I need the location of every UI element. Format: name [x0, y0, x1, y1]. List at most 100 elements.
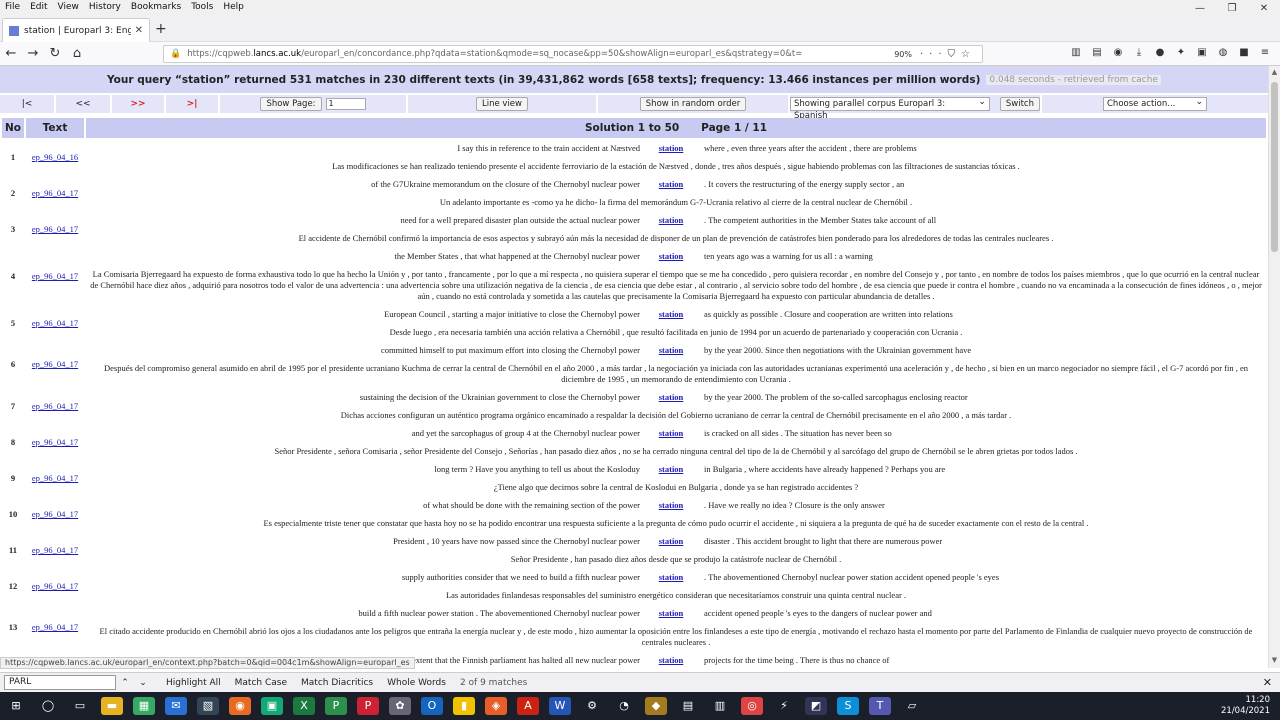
teams-icon[interactable]: T	[869, 697, 891, 715]
choose-action-select[interactable]: Choose action...	[1103, 96, 1207, 111]
menu-edit[interactable]: Edit	[25, 2, 52, 12]
app-icon[interactable]: P	[325, 697, 347, 715]
node-link[interactable]: station	[646, 392, 696, 403]
text-id-link[interactable]: ep_96_04_17	[32, 188, 78, 198]
excel-icon[interactable]: X	[293, 697, 315, 715]
mail-icon[interactable]: ✉	[165, 697, 187, 715]
text-id-link[interactable]: ep_96_04_17	[32, 545, 78, 555]
app-icon[interactable]: ▤	[677, 697, 699, 715]
show-page-input[interactable]: 1	[325, 98, 366, 110]
sidebar-icon[interactable]: ▤	[1090, 46, 1104, 60]
text-id-link[interactable]: ep_96_04_17	[32, 359, 78, 369]
next-page-button[interactable]: >>	[112, 95, 164, 113]
zoom-level[interactable]: 90%	[894, 50, 912, 59]
show-page-button[interactable]: Show Page:	[260, 97, 322, 111]
extension-icon[interactable]: ✦	[1174, 46, 1188, 60]
screenshot-icon[interactable]: ▣	[1195, 46, 1209, 60]
outlook-icon[interactable]: O	[421, 697, 443, 715]
forward-icon[interactable]: →	[22, 46, 44, 61]
search-icon[interactable]: ◯	[37, 697, 59, 715]
text-id-link[interactable]: ep_96_04_17	[32, 401, 78, 411]
reload-icon[interactable]: ↻	[44, 46, 66, 61]
node-link[interactable]: station	[646, 655, 696, 666]
scroll-up-icon[interactable]: ▲	[1269, 68, 1280, 78]
store-icon[interactable]: ▦	[133, 697, 155, 715]
text-id-link[interactable]: ep_96_04_17	[32, 473, 78, 483]
page-actions-icon[interactable]: ···⛉☆	[920, 49, 976, 60]
line-view-button[interactable]: Line view	[476, 97, 528, 111]
extension-icon[interactable]: ◍	[1216, 46, 1230, 60]
whole-words-toggle[interactable]: Whole Words	[387, 678, 446, 688]
menu-bookmarks[interactable]: Bookmarks	[126, 2, 186, 12]
text-id-link[interactable]: ep_96_04_17	[32, 437, 78, 447]
app-icon[interactable]: ▥	[709, 697, 731, 715]
node-link[interactable]: station	[646, 608, 696, 619]
word-icon[interactable]: W	[549, 697, 571, 715]
text-id-link[interactable]: ep_96_04_17	[32, 622, 78, 632]
parallel-corpus-select[interactable]: Showing parallel corpus Europarl 3: Span…	[790, 96, 990, 121]
library-icon[interactable]: ▥	[1069, 46, 1083, 60]
settings-icon[interactable]: ⚙	[581, 697, 603, 715]
node-link[interactable]: station	[646, 345, 696, 356]
node-link[interactable]: station	[646, 251, 696, 262]
menu-help[interactable]: Help	[218, 2, 249, 12]
account-icon[interactable]: ◉	[1111, 46, 1125, 60]
download-icon[interactable]: ⤓	[1132, 46, 1146, 60]
find-next-icon[interactable]: ⌄	[134, 678, 152, 688]
acrobat-icon[interactable]: A	[517, 697, 539, 715]
app-icon[interactable]: ✿	[389, 697, 411, 715]
node-link[interactable]: station	[646, 572, 696, 583]
chrome-icon[interactable]: ◎	[741, 697, 763, 715]
app-icon[interactable]: ◈	[485, 697, 507, 715]
match-diacritics-toggle[interactable]: Match Diacritics	[301, 678, 373, 688]
app-icon[interactable]: ▮	[453, 697, 475, 715]
node-link[interactable]: station	[646, 143, 696, 154]
first-page-button[interactable]: |<	[0, 95, 54, 113]
app-icon[interactable]: ◩	[805, 697, 827, 715]
menu-tools[interactable]: Tools	[186, 2, 218, 12]
app-icon[interactable]: ▱	[901, 697, 923, 715]
text-id-link[interactable]: ep_96_04_17	[32, 318, 78, 328]
highlight-all-toggle[interactable]: Highlight All	[166, 678, 221, 688]
find-prev-icon[interactable]: ⌃	[116, 678, 134, 688]
find-input[interactable]: PARL	[4, 675, 116, 690]
node-link[interactable]: station	[646, 309, 696, 320]
scroll-down-icon[interactable]: ▼	[1269, 656, 1280, 666]
system-clock[interactable]: 11:20 21/04/2021	[1221, 695, 1270, 717]
app-icon[interactable]: ⚡	[773, 697, 795, 715]
random-order-button[interactable]: Show in random order	[639, 97, 747, 111]
node-link[interactable]: station	[646, 179, 696, 190]
extension-icon[interactable]: ●	[1153, 46, 1167, 60]
close-tab-icon[interactable]: ✕	[135, 25, 143, 36]
node-link[interactable]: station	[646, 215, 696, 226]
vertical-scrollbar[interactable]: ▲ ▼	[1268, 66, 1280, 668]
prev-page-button[interactable]: <<	[56, 95, 110, 113]
node-link[interactable]: station	[646, 464, 696, 475]
last-page-button[interactable]: >|	[166, 95, 218, 113]
url-bar[interactable]: 🔒 https://cqpweb. lancs.ac.uk/europarl_en…	[163, 45, 983, 63]
find-close-icon[interactable]: ✕	[1263, 676, 1272, 689]
switch-button[interactable]: Switch	[999, 97, 1040, 111]
menu-file[interactable]: File	[0, 2, 25, 12]
match-case-toggle[interactable]: Match Case	[235, 678, 287, 688]
windows-start-icon[interactable]: ⊞	[5, 697, 27, 715]
text-id-link[interactable]: ep_96_04_17	[32, 581, 78, 591]
text-id-link[interactable]: ep_96_04_17	[32, 509, 78, 519]
menu-history[interactable]: History	[84, 2, 126, 12]
node-link[interactable]: station	[646, 500, 696, 511]
app-icon[interactable]: ▧	[197, 697, 219, 715]
firefox-icon[interactable]: ◉	[229, 697, 251, 715]
menu-icon[interactable]: ≡	[1258, 46, 1272, 60]
app-icon[interactable]: ◆	[645, 697, 667, 715]
new-tab-icon[interactable]: +	[155, 21, 167, 37]
app-icon[interactable]: ▣	[261, 697, 283, 715]
file-explorer-icon[interactable]: ▬	[101, 697, 123, 715]
powerpoint-icon[interactable]: P	[357, 697, 379, 715]
app-icon[interactable]: ◔	[613, 697, 635, 715]
text-id-link[interactable]: ep_96_04_17	[32, 271, 78, 281]
scroll-thumb[interactable]	[1271, 82, 1278, 252]
node-link[interactable]: station	[646, 428, 696, 439]
node-link[interactable]: station	[646, 536, 696, 547]
task-view-icon[interactable]: ▭	[69, 697, 91, 715]
menu-view[interactable]: View	[53, 2, 84, 12]
